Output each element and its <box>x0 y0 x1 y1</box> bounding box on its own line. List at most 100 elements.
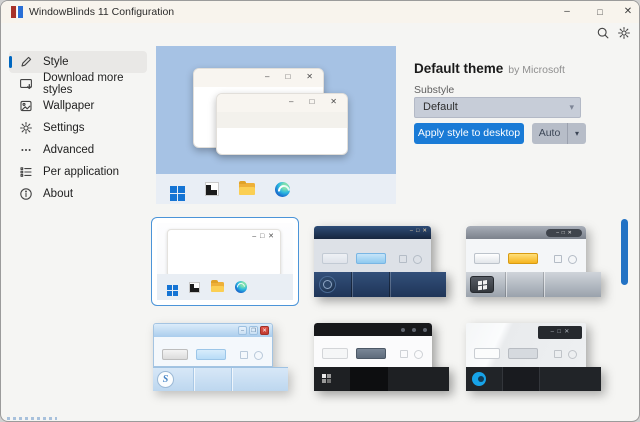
apply-style-button[interactable]: Apply style to desktop <box>414 123 524 144</box>
sidebar-item-advanced[interactable]: Advanced <box>9 139 147 161</box>
preview-taskbar <box>156 174 396 204</box>
theme-thumbnail-default-selected[interactable]: – □ ✕ <box>151 217 299 306</box>
thumb-taskbar <box>314 367 449 391</box>
download-icon <box>19 77 33 91</box>
sidebar-item-label: Wallpaper <box>43 100 94 112</box>
theme-preview: – □ ✕ – □ ✕ <box>156 46 396 204</box>
theme-thumbnail-luna-blue[interactable]: – ❐ ✕ S <box>153 323 288 391</box>
app-list-icon <box>19 165 33 179</box>
maximize-icon: □ <box>309 97 314 106</box>
preview-caption-buttons: – □ ✕ <box>289 97 337 106</box>
start-button-icon <box>470 276 494 293</box>
minimize-icon: – <box>289 97 293 106</box>
thumb-titlebar: – □ ✕ <box>466 226 586 239</box>
caption-dot-icon <box>401 328 406 333</box>
close-icon: ✕ <box>306 72 313 81</box>
start-button-icon: S <box>157 371 174 388</box>
thumb-window: – □ ✕ <box>466 226 586 272</box>
caption-dot-icon <box>423 328 428 333</box>
maximize-icon: □ <box>285 72 290 81</box>
theme-thumbnail-light-dark-taskbar[interactable]: – □ ✕ <box>466 323 601 391</box>
close-icon: ✕ <box>260 326 269 335</box>
app-window-icon <box>189 282 200 293</box>
windowblinds-configuration-window: WindowBlinds 11 Configuration – □ ✕ Styl… <box>0 0 640 422</box>
minimize-button[interactable]: – <box>552 1 582 23</box>
start-grid-icon <box>322 374 326 378</box>
windowblinds-app-icon <box>11 6 23 18</box>
edge-browser-icon <box>275 182 290 197</box>
theme-name: Default theme <box>414 61 503 76</box>
auto-split-button[interactable]: Auto ▾ <box>532 123 586 144</box>
windows-logo-icon <box>167 285 172 290</box>
minimize-icon: – <box>265 72 269 81</box>
sidebar-item-download-more-styles[interactable]: Download more styles <box>9 73 147 95</box>
thumb-taskbar <box>157 274 293 300</box>
windows-logo-icon <box>170 186 177 193</box>
ellipsis-icon <box>19 143 33 157</box>
thumb-titlebar: – ❐ ✕ <box>154 324 272 337</box>
restore-icon: ❐ <box>249 326 258 335</box>
theme-thumbnail-black[interactable] <box>314 323 449 391</box>
theme-thumbnail-dark-blue[interactable]: – □ ✕ <box>314 226 446 297</box>
theme-thumbnail-silver[interactable]: – □ ✕ <box>466 226 601 297</box>
substyle-dropdown[interactable]: Default ▾ <box>414 97 581 118</box>
pencil-icon <box>19 55 33 69</box>
clipped-content-fragment <box>7 417 57 420</box>
thumb-titlebar <box>314 323 432 336</box>
sidebar-item-per-application[interactable]: Per application <box>9 161 147 183</box>
thumbnail-image: – □ ✕ <box>157 223 293 300</box>
gear-icon <box>19 121 33 135</box>
thumb-window: – □ ✕ <box>167 229 281 277</box>
app-window-icon <box>205 182 219 196</box>
minimize-icon: – <box>238 326 247 335</box>
chevron-down-icon[interactable]: ▾ <box>568 123 586 144</box>
window-title: WindowBlinds 11 Configuration <box>29 1 174 23</box>
gear-icon[interactable] <box>615 24 633 42</box>
auto-button-label[interactable]: Auto <box>532 123 568 144</box>
thumb-taskbar: S <box>153 367 288 391</box>
thumb-titlebar: – □ ✕ <box>314 226 431 239</box>
sidebar-item-label: About <box>43 188 73 200</box>
maximize-button[interactable]: □ <box>585 1 615 23</box>
sidebar-item-settings[interactable]: Settings <box>9 117 147 139</box>
thumb-taskbar <box>466 272 601 297</box>
scrollbar-thumb[interactable] <box>621 219 628 285</box>
thumb-window: – ❐ ✕ <box>153 323 273 367</box>
start-button-icon <box>319 276 336 293</box>
sidebar-item-wallpaper[interactable]: Wallpaper <box>9 95 147 117</box>
thumb-taskbar <box>466 367 601 391</box>
caption-buttons: – □ ✕ <box>546 229 582 237</box>
close-button[interactable]: ✕ <box>613 1 640 23</box>
preview-window-front: – □ ✕ <box>216 93 348 155</box>
sidebar-item-label: Settings <box>43 122 85 134</box>
sidebar: Style Download more styles Wallpaper Set… <box>9 51 147 205</box>
thumb-taskbar <box>314 272 446 297</box>
sidebar-item-label: Style <box>43 56 69 68</box>
sidebar-item-style[interactable]: Style <box>9 51 147 73</box>
preview-caption-buttons: – □ ✕ <box>265 72 313 81</box>
title-bar: WindowBlinds 11 Configuration – □ ✕ <box>1 1 640 23</box>
substyle-value: Default <box>423 101 458 113</box>
sidebar-item-label: Per application <box>43 166 119 178</box>
close-icon: ✕ <box>330 97 337 106</box>
info-icon <box>19 187 33 201</box>
file-explorer-icon <box>239 183 255 195</box>
caption-buttons: – □ ✕ <box>538 326 582 339</box>
theme-title: Default theme by Microsoft <box>414 61 565 76</box>
thumb-window: – □ ✕ <box>466 323 586 367</box>
theme-author: by Microsoft <box>508 64 565 76</box>
thumb-window: – □ ✕ <box>314 226 431 272</box>
sidebar-item-label: Advanced <box>43 144 94 156</box>
edge-browser-icon <box>235 281 247 293</box>
image-icon <box>19 99 33 113</box>
sidebar-item-label: Download more styles <box>43 72 147 96</box>
windows-flag-icon <box>478 281 482 286</box>
caption-buttons: – □ ✕ <box>410 228 427 234</box>
file-explorer-icon <box>211 282 224 292</box>
sidebar-item-about[interactable]: About <box>9 183 147 205</box>
search-icon[interactable] <box>594 24 612 42</box>
start-circle-icon <box>472 372 486 386</box>
caption-buttons: – □ ✕ <box>252 232 274 240</box>
caption-dot-icon <box>412 328 417 333</box>
thumb-window <box>314 323 432 367</box>
